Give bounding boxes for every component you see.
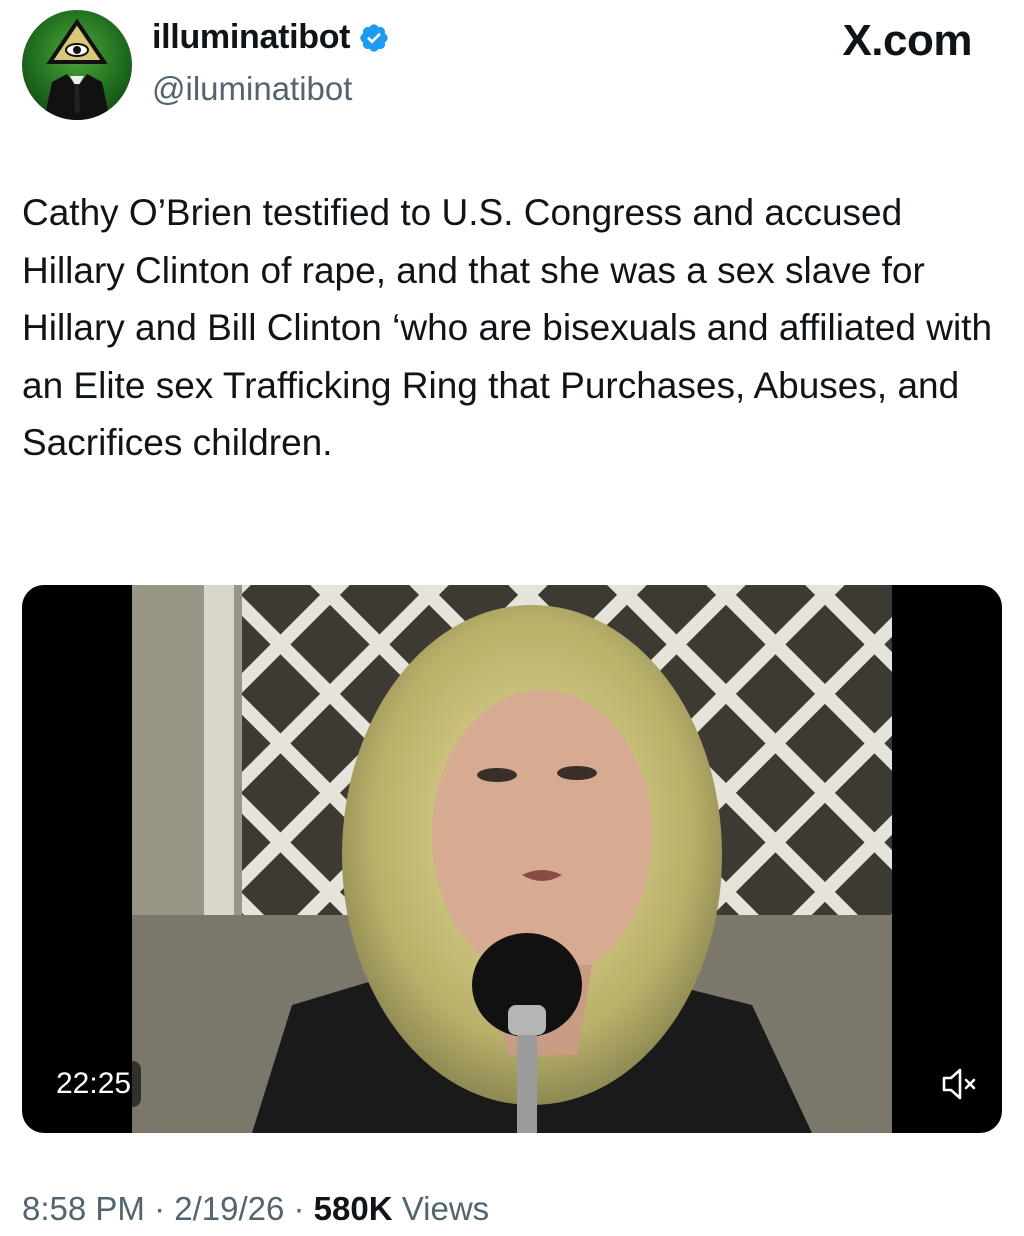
display-name-text: illuminatibot — [152, 18, 351, 56]
video-player[interactable]: 22:25 — [22, 585, 1002, 1133]
tweet-date[interactable]: 2/19/26 — [174, 1190, 284, 1227]
tweet-metadata: 8:58 PM · 2/19/26 · 580K Views — [22, 1190, 489, 1228]
user-handle[interactable]: @iluminatibot — [152, 70, 352, 108]
speaker-muted-icon[interactable] — [940, 1067, 980, 1101]
meta-separator: · — [144, 1190, 175, 1227]
views-count: 580K — [313, 1190, 393, 1227]
eye-pyramid-icon — [44, 18, 110, 120]
avatar[interactable] — [22, 10, 132, 120]
tweet-time[interactable]: 8:58 PM — [22, 1190, 145, 1227]
video-thumbnail — [132, 585, 892, 1133]
display-name[interactable]: illuminatibot — [152, 18, 390, 57]
x-com-logo: X.com — [842, 16, 972, 65]
verified-badge-icon — [360, 23, 388, 52]
tweet-text: Cathy O’Brien testified to U.S. Congress… — [22, 192, 993, 463]
meta-separator: · — [284, 1190, 314, 1227]
tweet-header: illuminatibot @iluminatibot X.com — [0, 0, 1024, 130]
video-duration: 22:25 — [46, 1061, 142, 1107]
views-label: Views — [392, 1190, 490, 1227]
